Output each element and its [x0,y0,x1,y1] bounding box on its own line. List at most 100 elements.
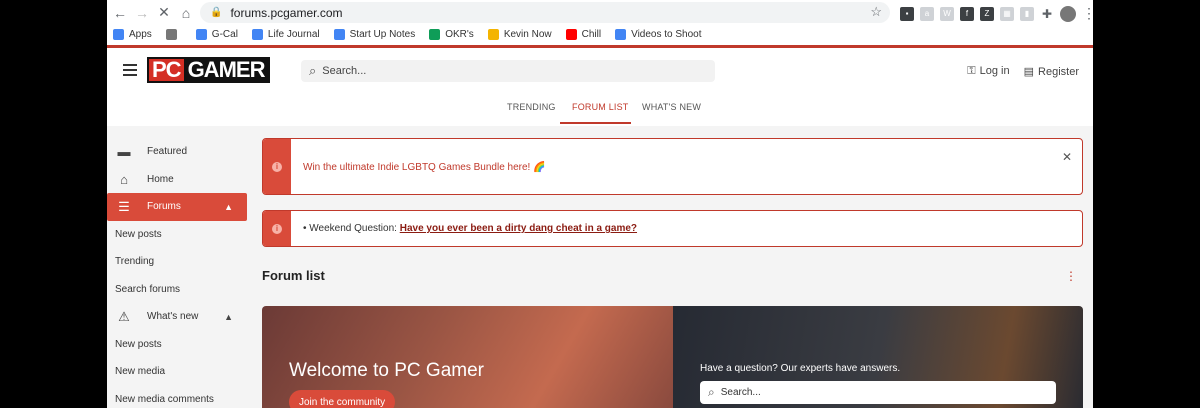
bookmark-item[interactable]: Life Journal [251,28,320,40]
bookmark-icon [165,28,177,40]
bookmark-label: Start Up Notes [349,28,416,40]
sidebar-subitem-new-media[interactable]: New media [107,358,247,386]
hero-search[interactable]: ⌕ [700,381,1056,404]
tab-forum-list[interactable]: FORUM LIST [572,102,629,112]
chart-extension-icon[interactable]: ▮ [1020,6,1034,21]
join-community-button[interactable]: Join the community [289,390,396,408]
sidebar-subitem-search-forums[interactable]: Search forums [107,276,247,304]
search-input[interactable] [322,65,703,77]
chevron-up-icon[interactable]: ▲ [224,202,233,212]
info-icon: i [272,223,282,234]
notice-icon-bar: i [263,211,291,246]
hamburger-menu-icon[interactable] [123,64,137,76]
stop-loading-icon[interactable]: ✕ [153,2,175,24]
url-text: forums.pcgamer.com [230,5,343,20]
bookmark-label: Apps [129,28,152,40]
facebook-icon[interactable]: f [960,6,974,21]
extension-icon[interactable]: ▦ [1000,6,1014,21]
puzzle-icon[interactable]: ✚ [1040,7,1054,21]
weekend-question-link[interactable]: Have you ever been a dirty dang cheat in… [400,223,637,234]
forum-tabs: TRENDING FORUM LIST WHAT'S NEW [107,94,1093,126]
bookmark-item[interactable]: G-Cal [195,28,238,40]
extension-icon[interactable]: ▪ [900,6,914,21]
search-icon: ⌕ [708,385,715,399]
folder-icon: ▬ [117,144,131,160]
notice-text[interactable]: Win the ultimate Indie LGBTQ Games Bundl… [303,162,546,173]
hero-question: Have a question? Our experts have answer… [700,363,901,374]
bookmark-label: Life Journal [267,28,320,40]
lock-icon: 🔒 [210,7,223,18]
tab-trending[interactable]: TRENDING [507,102,556,112]
notice-icon-bar: i [263,139,291,194]
sidebar-subitem-trending[interactable]: Trending [107,248,247,276]
extension-icon[interactable]: a [920,6,934,21]
sidebar-item-forums[interactable]: ☰ Forums ▲ [107,193,247,221]
sidebar-item-whats-new[interactable]: ⚠ What's new ▲ [107,303,247,331]
bookmark-label: Videos to Shoot [631,28,702,40]
browser-window: ← → ✕ ⌂ 🔒 forums.pcgamer.com ☆ ▪ a W f Z… [107,0,1093,408]
hero-search-input[interactable] [720,387,1041,398]
bookmark-icon [113,28,124,40]
bookmark-icon [565,28,577,40]
close-icon[interactable]: ✕ [1062,150,1072,164]
notice-banner: i • Weekend Question: Have you ever been… [262,210,1083,247]
bookmark-icon [487,28,499,40]
register-link[interactable]: ▤ Register [1024,65,1079,78]
more-options-icon[interactable]: ⋮ [1065,269,1077,283]
browser-chrome: ← → ✕ ⌂ 🔒 forums.pcgamer.com ☆ ▪ a W f Z… [107,0,1093,48]
sidebar-item-featured[interactable]: ▬ Featured [107,138,247,166]
bookmark-icon [333,28,345,40]
sidebar-subitem-new-posts[interactable]: New posts [107,221,247,249]
bookmark-item[interactable]: Start Up Notes [333,28,416,40]
hero-search-panel: Have a question? Our experts have answer… [673,306,1083,408]
bookmark-item[interactable]: Apps [113,28,152,40]
bookmark-icon [615,28,627,40]
auth-links: ⚿ Log in ▤ Register [967,65,1079,78]
forum-icon: ☰ [118,198,130,214]
extension-icon[interactable]: Z [980,6,994,21]
site-header: PC GAMER ⌕ ⚿Log in ▤Register [107,48,1093,94]
home-icon: ⌂ [120,171,128,187]
hero-banner: Welcome to PC Gamer Join the community H… [262,306,1083,408]
key-icon: ⚿ [967,65,976,77]
bookmark-item[interactable]: Chill [565,28,601,40]
sidebar-subitem-new-media-comments[interactable]: New media comments [107,386,247,408]
bookmark-label: G-Cal [211,28,238,40]
bookmark-star-icon[interactable]: ☆ [870,4,882,20]
register-icon: ▤ [1023,66,1035,78]
page-title: Forum list [262,268,325,283]
home-icon[interactable]: ⌂ [175,2,197,24]
bookmark-icon [195,28,207,40]
bookmark-item[interactable]: Videos to Shoot [615,28,702,40]
chevron-up-icon[interactable]: ▲ [224,312,233,322]
tab-whats-new[interactable]: WHAT'S NEW [642,102,701,112]
sidebar-subitem-new-posts[interactable]: New posts [107,331,247,359]
notice-text: • Weekend Question: Have you ever been a… [303,223,638,234]
sidebar-item-home[interactable]: ⌂ Home [107,166,247,194]
logo-pc: PC [149,59,184,81]
browser-toolbar: ← → ✕ ⌂ 🔒 forums.pcgamer.com ☆ ▪ a W f Z… [107,0,1093,25]
search-icon: ⌕ [309,63,317,78]
bookmark-item[interactable] [165,28,182,40]
bookmark-item[interactable]: OKR's [429,28,474,40]
pc-gamer-logo[interactable]: PC GAMER [147,57,271,83]
extension-icon[interactable]: W [940,6,954,21]
active-tab-indicator [560,122,631,124]
browser-menu-icon[interactable]: ⋮ [1082,5,1093,22]
hero-welcome-panel: Welcome to PC Gamer Join the community [262,306,673,408]
bookmark-item[interactable]: Kevin Now [487,28,552,40]
address-bar[interactable]: 🔒 forums.pcgamer.com ☆ [200,2,890,23]
site-search[interactable]: ⌕ [301,60,715,82]
login-link[interactable]: ⚿ Log in [967,65,1009,78]
profile-avatar[interactable] [1060,5,1076,22]
sidebar: ▬ Featured ⌂ Home ☰ Forums ▲ New posts T… [107,138,247,408]
hero-title: Welcome to PC Gamer [289,360,484,381]
bookmark-label: OKR's [445,28,474,40]
logo-gamer: GAMER [183,59,269,81]
back-icon[interactable]: ← [109,2,131,24]
notice-banner: i Win the ultimate Indie LGBTQ Games Bun… [262,138,1083,195]
forward-icon[interactable]: → [131,2,153,24]
info-icon: i [272,161,282,172]
extensions: ▪ a W f Z ▦ ▮ ✚ ⋮ [900,5,1093,22]
bookmark-label: Kevin Now [503,28,552,40]
